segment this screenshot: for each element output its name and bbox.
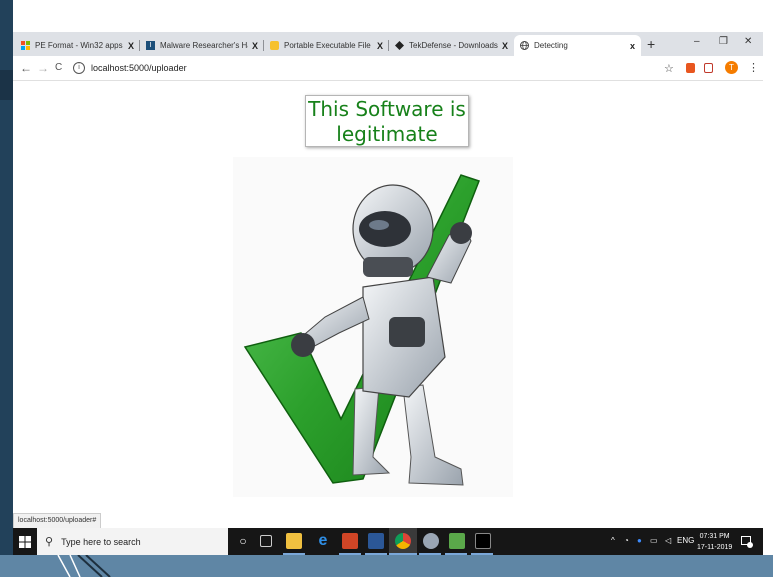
- menu-dots-icon[interactable]: ⋮: [748, 61, 759, 74]
- site-info-icon[interactable]: i: [73, 62, 85, 74]
- chevron-up-icon[interactable]: ^: [611, 536, 615, 545]
- result-message-line2: legitimate: [336, 122, 438, 146]
- tab-detecting[interactable]: Detecting x: [514, 35, 641, 56]
- address-url[interactable]: localhost:5000/uploader: [91, 63, 187, 73]
- notification-center-icon[interactable]: [741, 535, 753, 548]
- word-icon[interactable]: [368, 533, 384, 549]
- kanji-favicon-icon: [270, 41, 279, 50]
- windows-taskbar: ⚲ Type here to search ○ e ^ ◔ ● ▭ ◁ ENG …: [13, 528, 763, 555]
- slide-decoration-lines: [57, 555, 111, 577]
- handbook-favicon-icon: I: [146, 41, 155, 50]
- tab-title: PE Format - Win32 apps | Micr: [35, 41, 124, 50]
- status-bar-url: localhost:5000/uploader#: [13, 513, 102, 529]
- result-message: This Software is legitimate: [305, 95, 469, 147]
- tab-pe-format[interactable]: PE Format - Win32 apps | Micr X: [15, 35, 140, 56]
- tab-title: TekDefense - Downloads: [409, 41, 498, 50]
- browser-window: PE Format - Win32 apps | Micr X I Malwar…: [13, 32, 763, 529]
- tab-close-button[interactable]: X: [252, 41, 258, 51]
- running-indicator: [389, 553, 417, 555]
- slide-left-bar: [0, 0, 13, 577]
- tab-close-button[interactable]: X: [377, 41, 383, 51]
- profile-avatar[interactable]: T: [725, 61, 738, 74]
- terminal-icon[interactable]: [475, 533, 491, 549]
- tab-close-button[interactable]: x: [630, 41, 635, 51]
- system-clock[interactable]: 07:31 PM 17-11-2019: [697, 531, 732, 553]
- tab-malware-handbook[interactable]: I Malware Researcher's Handbo X: [140, 35, 264, 56]
- running-indicator: [445, 553, 467, 555]
- result-message-line1: This Software is: [308, 97, 466, 121]
- cortana-icon[interactable]: ○: [235, 533, 251, 549]
- file-explorer-icon[interactable]: [286, 533, 302, 549]
- tab-close-button[interactable]: X: [502, 41, 508, 51]
- slide-bottom-band: [0, 555, 773, 577]
- back-button[interactable]: ←: [20, 61, 32, 75]
- task-view-icon[interactable]: [260, 535, 272, 547]
- network-icon[interactable]: ◔: [624, 536, 629, 545]
- running-indicator: [419, 553, 441, 555]
- tab-close-button[interactable]: X: [128, 41, 134, 51]
- slide-left-accent: [0, 70, 13, 100]
- notepad-icon[interactable]: [449, 533, 465, 549]
- taskbar-search-box[interactable]: ⚲ Type here to search: [37, 528, 228, 555]
- maximize-button[interactable]: ❐: [719, 36, 728, 47]
- chrome-icon[interactable]: [395, 533, 411, 549]
- edge-icon[interactable]: e: [315, 533, 331, 549]
- bookmark-star-icon[interactable]: ☆: [664, 62, 674, 75]
- browser-toolbar: ← → C i localhost:5000/uploader ☆ T ⋮: [13, 56, 763, 81]
- app-icon[interactable]: [423, 533, 439, 549]
- volume-icon[interactable]: ◁: [665, 536, 671, 545]
- new-tab-button[interactable]: +: [647, 36, 655, 52]
- tab-portable-executable[interactable]: Portable Executable File Form X: [264, 35, 389, 56]
- extension-icon[interactable]: [686, 63, 695, 73]
- extension-shield-icon[interactable]: [704, 63, 713, 73]
- powerpoint-icon[interactable]: [342, 533, 358, 549]
- running-indicator: [471, 553, 493, 555]
- running-indicator: [365, 553, 387, 555]
- forward-button[interactable]: →: [37, 61, 49, 75]
- microsoft-logo-icon: [21, 41, 30, 50]
- running-indicator: [283, 553, 305, 555]
- robot-checkmark-image: [233, 157, 513, 497]
- minimize-button[interactable]: –: [694, 36, 700, 47]
- running-indicator: [339, 553, 361, 555]
- tab-title: Detecting: [534, 41, 568, 50]
- battery-icon[interactable]: ▭: [650, 536, 658, 545]
- bluetooth-icon[interactable]: ●: [637, 536, 642, 545]
- tekdefense-favicon-icon: [395, 41, 404, 50]
- globe-icon: [520, 41, 529, 50]
- tab-tekdefense[interactable]: TekDefense - Downloads X: [389, 35, 514, 56]
- search-icon: ⚲: [45, 536, 54, 548]
- search-placeholder: Type here to search: [61, 536, 141, 547]
- tab-strip: PE Format - Win32 apps | Micr X I Malwar…: [13, 32, 763, 56]
- reload-button[interactable]: C: [55, 62, 62, 73]
- tab-title: Portable Executable File Form: [284, 41, 373, 50]
- address-bar[interactable]: i localhost:5000/uploader: [73, 59, 705, 77]
- tab-title: Malware Researcher's Handbo: [160, 41, 248, 50]
- clock-date: 17-11-2019: [697, 544, 733, 551]
- close-window-button[interactable]: ✕: [744, 36, 752, 47]
- language-indicator[interactable]: ENG: [677, 536, 694, 545]
- page-content: This Software is legitimate localhost:50…: [13, 81, 763, 529]
- windows-start-icon[interactable]: [19, 536, 31, 548]
- clock-time: 07:31 PM: [699, 533, 730, 540]
